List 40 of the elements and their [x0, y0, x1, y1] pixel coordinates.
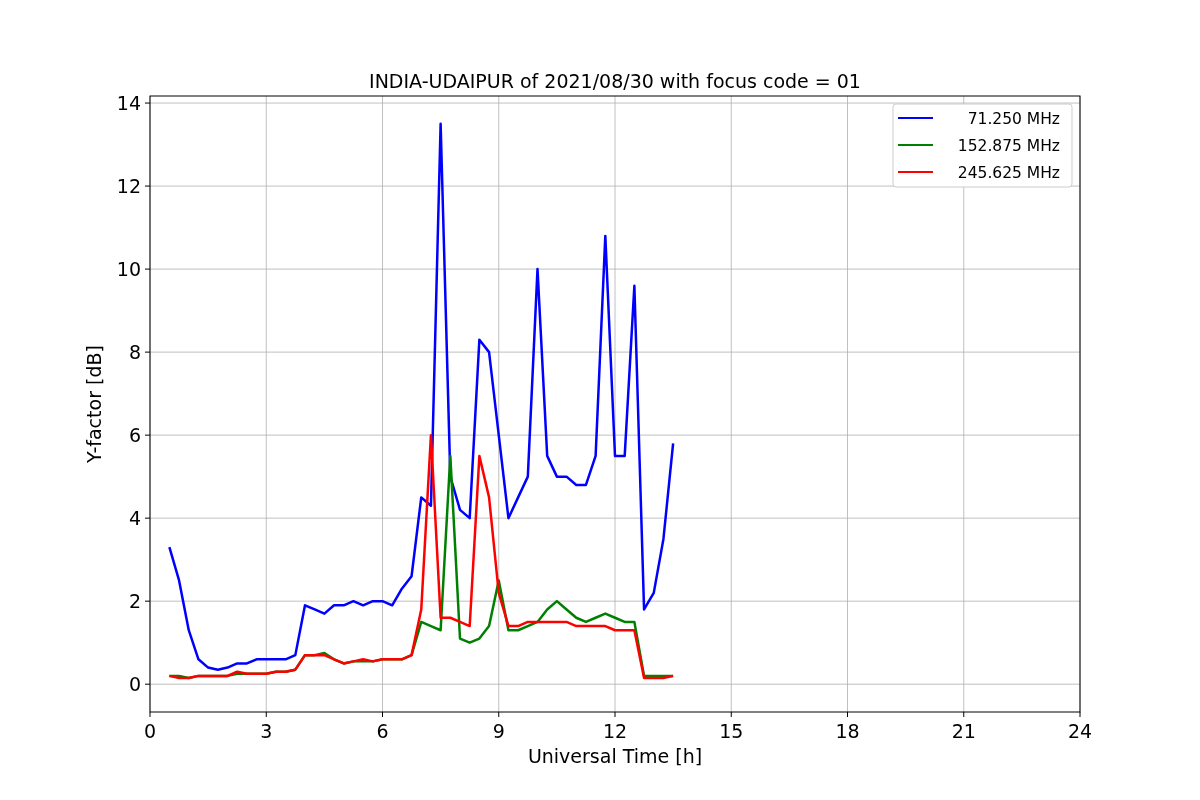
tick-mark: [614, 711, 616, 718]
x-tick-label: 6: [376, 720, 389, 742]
x-tick-label: 15: [719, 720, 744, 742]
y-tick-label: 10: [116, 258, 141, 281]
tick-mark: [847, 711, 848, 718]
tick-mark: [498, 711, 500, 718]
tick-mark: [144, 434, 151, 436]
tick-mark: [149, 711, 151, 718]
y-axis-label: Y-factor [dB]: [83, 345, 105, 463]
tick-mark: [144, 268, 151, 270]
legend-label: 152.875 MHz: [957, 137, 1060, 155]
chart-title: INDIA-UDAIPUR of 2021/08/30 with focus code = 01: [369, 70, 861, 92]
tick-mark: [144, 517, 151, 519]
tick-mark: [144, 683, 151, 685]
tick-mark: [144, 600, 151, 602]
y-tick-label: 4: [128, 507, 141, 530]
x-tick-label: 21: [951, 720, 976, 742]
x-tick-label: 24: [1067, 720, 1093, 742]
y-tick-label: 8: [128, 341, 141, 364]
x-tick-label: 12: [602, 720, 628, 742]
legend-label: 245.625 MHz: [957, 164, 1060, 182]
tick-mark: [1079, 711, 1081, 718]
tick-mark: [144, 351, 151, 353]
x-tick-label: 18: [835, 720, 860, 742]
x-axis-label: Universal Time [h]: [527, 745, 703, 767]
x-tick-label: 3: [260, 720, 273, 742]
y-tick-label: 6: [128, 424, 141, 447]
tick-mark: [144, 185, 151, 187]
y-tick-label: 2: [128, 590, 141, 613]
y-tick-label: 14: [116, 92, 141, 115]
y-tick-label: 0: [128, 673, 141, 696]
tick-mark: [265, 711, 267, 718]
tick-mark: [963, 711, 965, 718]
tick-mark: [144, 102, 151, 104]
tick-mark: [730, 711, 732, 718]
x-tick-label: 9: [492, 720, 505, 742]
y-tick-label: 12: [116, 175, 141, 198]
x-tick-label: 0: [143, 720, 157, 742]
tick-mark: [382, 711, 383, 718]
legend-label: 71.250 MHz: [967, 110, 1060, 128]
